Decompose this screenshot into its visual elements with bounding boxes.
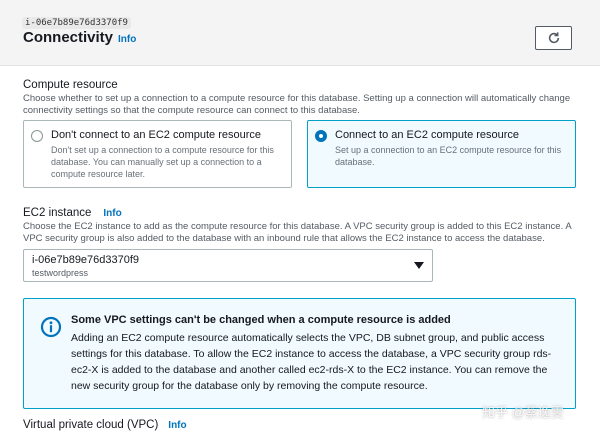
info-circle-icon [40, 316, 62, 338]
page-title: Connectivity [23, 29, 114, 46]
caret-down-icon [414, 262, 424, 269]
refresh-button[interactable] [535, 26, 572, 50]
compute-resource-label: Compute resource [23, 79, 118, 91]
instance-id-tooltip: i-06e7b89e76d3370f9 [22, 17, 131, 29]
ec2-instance-info-link[interactable]: Info [103, 208, 121, 219]
selected-instance-id: i-06e7b89e76d3370f9 [32, 254, 140, 266]
watermark: 知乎 @蔡逸雯 [482, 405, 564, 420]
ec2-instance-label-row: EC2 instance Info [23, 207, 122, 219]
option-description: Don't set up a connection to a compute r… [51, 145, 274, 179]
selected-instance-name: testwordpress [32, 268, 89, 278]
section-title: Connectivity Info [23, 29, 136, 46]
option-connect-ec2[interactable]: Connect to an EC2 compute resource Set u… [307, 120, 576, 188]
vpc-info-link[interactable]: Info [168, 420, 186, 431]
radio-connect-ec2[interactable] [315, 130, 327, 142]
ec2-instance-select[interactable]: i-06e7b89e76d3370f9 testwordpress [23, 249, 433, 282]
ec2-instance-label: EC2 instance [23, 207, 92, 219]
vpc-label: Virtual private cloud (VPC) [23, 419, 159, 431]
refresh-icon [548, 32, 559, 44]
info-alert: Some VPC settings can't be changed when … [23, 298, 576, 409]
connectivity-info-link[interactable]: Info [118, 34, 136, 45]
radio-dont-connect[interactable] [31, 130, 43, 142]
vpc-label-row: Virtual private cloud (VPC) Info [23, 419, 187, 431]
option-title: Connect to an EC2 compute resource [335, 129, 520, 141]
option-dont-connect[interactable]: Don't connect to an EC2 compute resource… [23, 120, 292, 188]
compute-resource-description: Choose whether to set up a connection to… [23, 93, 571, 116]
option-description: Set up a connection to an EC2 compute re… [335, 145, 562, 167]
alert-body: Adding an EC2 compute resource automatic… [71, 332, 552, 392]
alert-title: Some VPC settings can't be changed when … [71, 314, 451, 326]
option-title: Don't connect to an EC2 compute resource [51, 129, 261, 141]
ec2-instance-description: Choose the EC2 instance to add as the co… [23, 221, 572, 244]
